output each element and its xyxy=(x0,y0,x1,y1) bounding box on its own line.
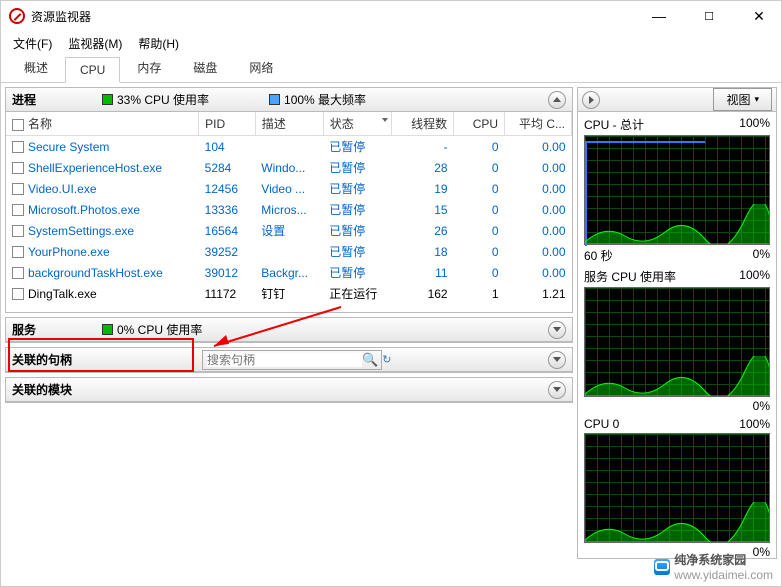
minimize-button[interactable]: — xyxy=(645,4,673,28)
col-cpu[interactable]: CPU xyxy=(454,112,505,136)
chevron-down-icon xyxy=(553,357,561,362)
cpu-chart: 服务 CPU 使用率100% 0% xyxy=(584,268,770,413)
table-row[interactable]: DingTalk.exe 11172钉钉正在运行 16211.21 xyxy=(6,283,572,304)
chevron-down-icon xyxy=(553,387,561,392)
checkbox[interactable] xyxy=(12,183,24,195)
col-name[interactable]: 名称 xyxy=(6,112,199,136)
search-handles-input[interactable] xyxy=(207,353,362,367)
refresh-icon[interactable]: ↻ xyxy=(382,353,391,366)
chevron-up-icon xyxy=(553,97,561,102)
menu-bar: 文件(F) 监视器(M) 帮助(H) xyxy=(1,31,781,55)
col-threads[interactable]: 线程数 xyxy=(391,112,453,136)
view-button[interactable]: 视图▾ xyxy=(713,88,772,111)
processes-table: 名称 PID 描述 状态 线程数 CPU 平均 C... Secure Syst… xyxy=(6,112,572,304)
checkbox[interactable] xyxy=(12,141,24,153)
tab-memory[interactable]: 内存 xyxy=(122,53,176,82)
tab-overview[interactable]: 概述 xyxy=(9,53,63,82)
collapse-handles-button[interactable] xyxy=(548,351,566,369)
cpu-usage-icon xyxy=(102,94,113,105)
handles-panel: 关联的句柄 🔍 ↻ xyxy=(5,347,573,373)
col-desc[interactable]: 描述 xyxy=(255,112,323,136)
collapse-processes-button[interactable] xyxy=(548,91,566,109)
services-panel: 服务 0% CPU 使用率 xyxy=(5,317,573,343)
table-row[interactable]: backgroundTaskHost.exe 39012Backgr...已暂停… xyxy=(6,262,572,283)
table-row[interactable]: Secure System 104已暂停 -00.00 xyxy=(6,136,572,158)
col-avg[interactable]: 平均 C... xyxy=(505,112,572,136)
processes-panel: 进程 33% CPU 使用率 100% 最大频率 名称 PID 描述 状态 线程… xyxy=(5,87,573,313)
processes-title: 进程 xyxy=(12,91,102,108)
window-title: 资源监视器 xyxy=(31,8,91,25)
table-row[interactable]: YourPhone.exe 39252已暂停 1800.00 xyxy=(6,241,572,262)
watermark-icon xyxy=(654,559,670,575)
chevron-down-icon xyxy=(553,327,561,332)
app-icon xyxy=(9,8,25,24)
table-row[interactable]: Microsoft.Photos.exe 13336Micros...已暂停 1… xyxy=(6,199,572,220)
collapse-modules-button[interactable] xyxy=(548,381,566,399)
max-freq-icon xyxy=(269,94,280,105)
search-icon[interactable]: 🔍 xyxy=(362,352,378,368)
tab-network[interactable]: 网络 xyxy=(234,53,288,82)
table-row[interactable]: ShellExperienceHost.exe 5284Windo...已暂停 … xyxy=(6,157,572,178)
services-title: 服务 xyxy=(12,321,102,338)
collapse-charts-button[interactable] xyxy=(582,91,600,109)
search-handles-box: 🔍 ↻ xyxy=(202,350,382,370)
checkbox[interactable] xyxy=(12,246,24,258)
watermark: 纯净系统家园www.yidaimei.com xyxy=(654,551,773,582)
cpu-usage-icon xyxy=(102,324,113,335)
menu-monitor[interactable]: 监视器(M) xyxy=(62,33,128,54)
cpu-chart: CPU - 总计100% 60 秒0% xyxy=(584,116,770,264)
checkbox[interactable] xyxy=(12,225,24,237)
chevron-right-icon xyxy=(589,96,594,104)
table-row[interactable]: SystemSettings.exe 16564设置已暂停 2600.00 xyxy=(6,220,572,241)
tab-bar: 概述 CPU 内存 磁盘 网络 xyxy=(1,55,781,83)
cpu-chart: CPU 0100% 0% xyxy=(584,417,770,558)
col-pid[interactable]: PID xyxy=(199,112,256,136)
menu-help[interactable]: 帮助(H) xyxy=(132,33,185,54)
menu-file[interactable]: 文件(F) xyxy=(7,33,58,54)
handles-header[interactable]: 关联的句柄 🔍 ↻ xyxy=(6,348,572,372)
tab-cpu[interactable]: CPU xyxy=(65,57,120,83)
services-cpu-text: 0% CPU 使用率 xyxy=(117,321,202,338)
cpu-usage-text: 33% CPU 使用率 xyxy=(117,91,209,108)
processes-header[interactable]: 进程 33% CPU 使用率 100% 最大频率 xyxy=(6,88,572,112)
checkbox[interactable] xyxy=(12,267,24,279)
title-bar: 资源监视器 — ☐ ✕ xyxy=(1,1,781,31)
checkbox[interactable] xyxy=(12,162,24,174)
checkbox[interactable] xyxy=(12,119,24,131)
modules-title: 关联的模块 xyxy=(12,381,102,398)
charts-pane: 视图▾ CPU - 总计100% 60 秒0%服务 CPU 使用率100% 0%… xyxy=(577,87,777,559)
table-row[interactable]: Video.UI.exe 12456Video ...已暂停 1900.00 xyxy=(6,178,572,199)
modules-panel: 关联的模块 xyxy=(5,377,573,403)
col-status[interactable]: 状态 xyxy=(323,112,391,136)
sort-icon xyxy=(382,118,388,122)
handles-title: 关联的句柄 xyxy=(12,351,102,368)
max-freq-text: 100% 最大频率 xyxy=(284,91,366,108)
modules-header[interactable]: 关联的模块 xyxy=(6,378,572,402)
checkbox[interactable] xyxy=(12,288,24,300)
tab-disk[interactable]: 磁盘 xyxy=(178,53,232,82)
maximize-button[interactable]: ☐ xyxy=(695,4,723,28)
checkbox[interactable] xyxy=(12,204,24,216)
services-header[interactable]: 服务 0% CPU 使用率 xyxy=(6,318,572,342)
close-button[interactable]: ✕ xyxy=(745,4,773,28)
collapse-services-button[interactable] xyxy=(548,321,566,339)
